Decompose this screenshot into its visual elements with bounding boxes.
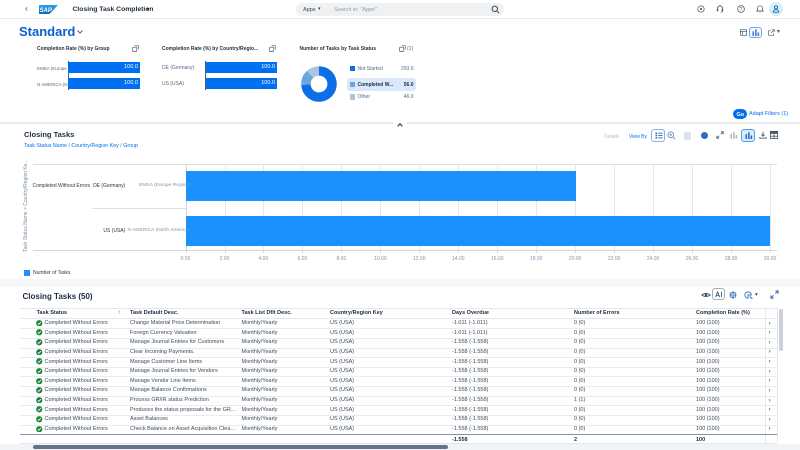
svg-text:SAP: SAP [40, 8, 53, 14]
svg-text:?: ? [740, 7, 743, 13]
